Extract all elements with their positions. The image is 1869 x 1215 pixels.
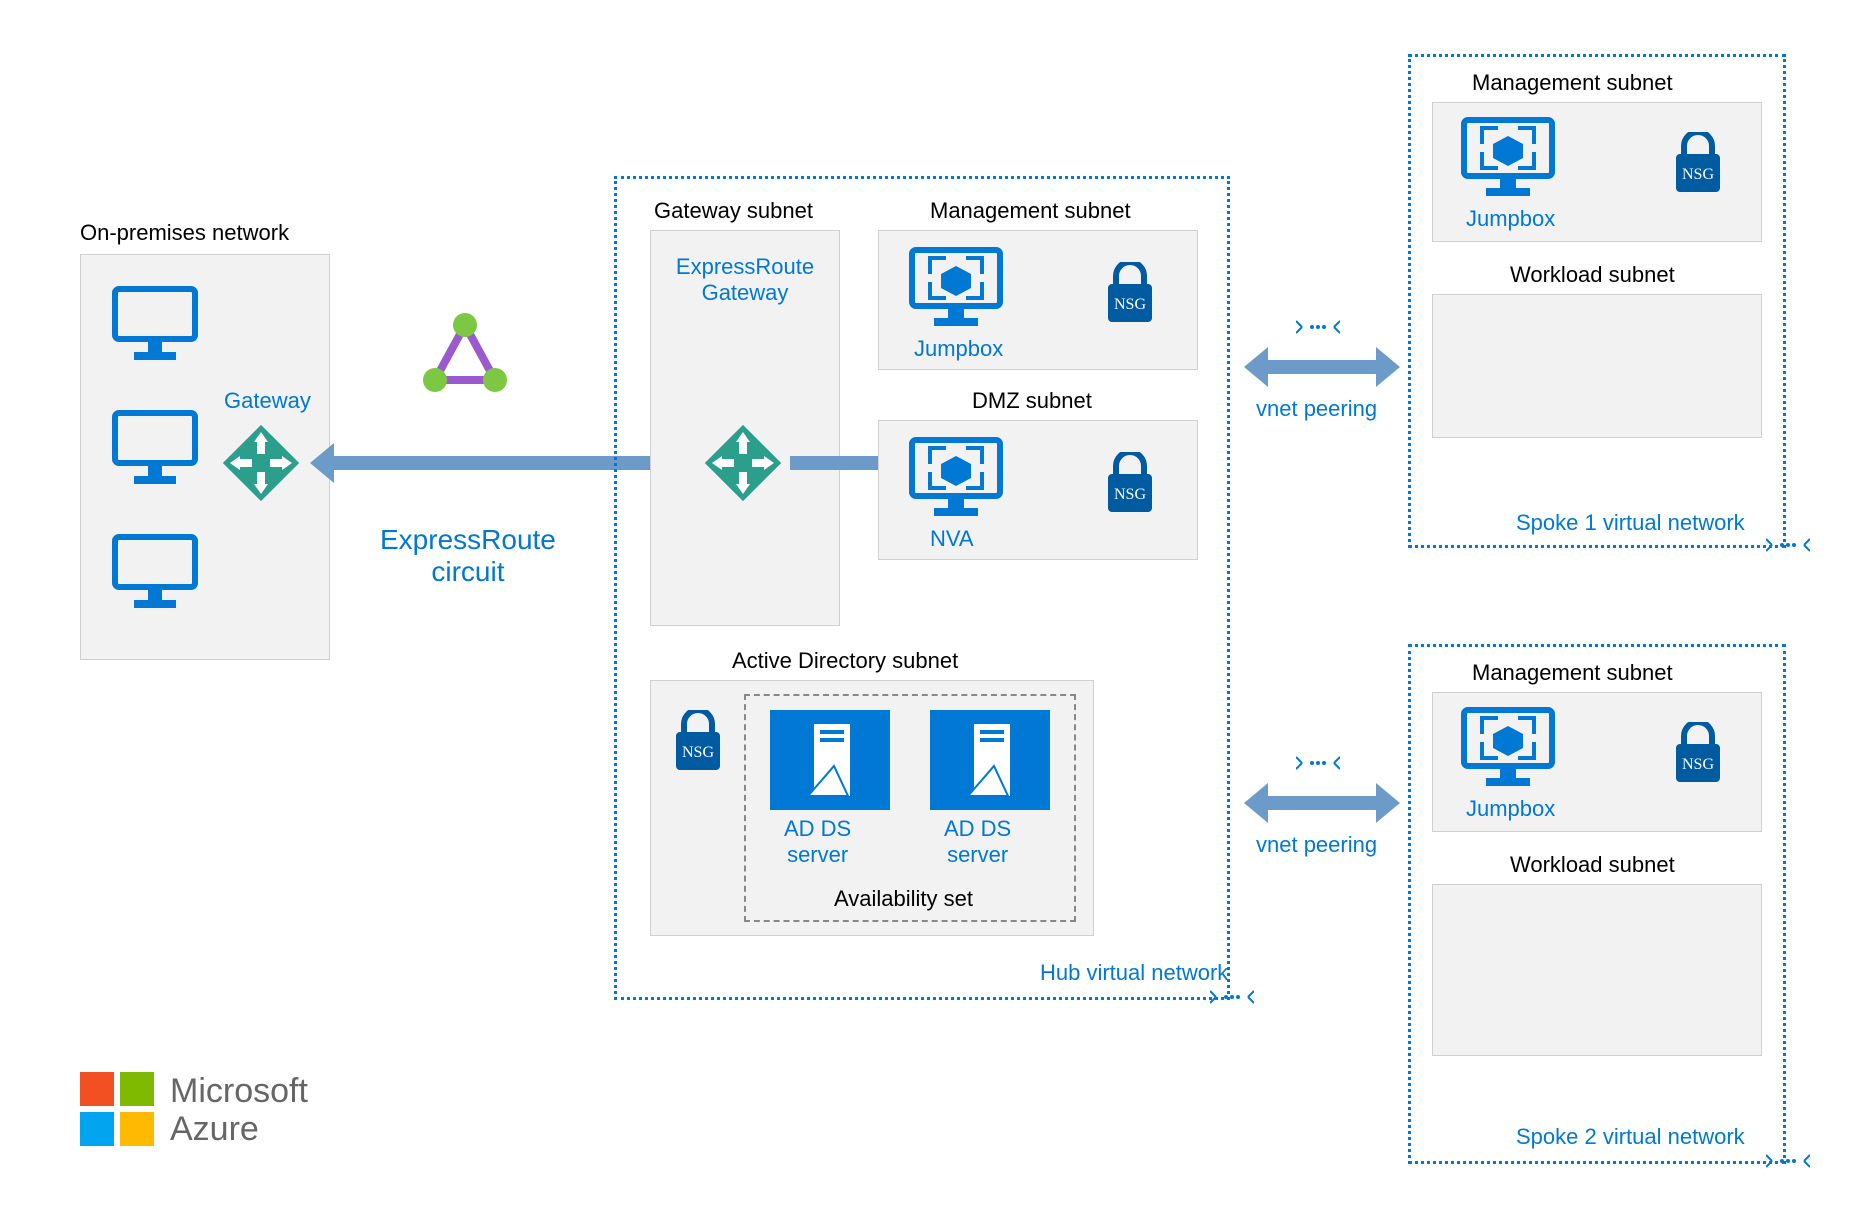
hub-to-dmz-arrow [790,456,886,470]
spoke2-mgmt-label: Management subnet [1472,660,1673,686]
vnet-peering-label-1: vnet peering [1256,396,1377,422]
gateway-label: Gateway [224,388,311,414]
svg-text:NSG: NSG [1114,296,1146,313]
spoke1-workload-box [1432,294,1762,438]
availability-set-label: Availability set [834,886,973,912]
spoke2-workload-label: Workload subnet [1510,852,1675,878]
jumpbox-icon [906,244,1006,339]
peering-arrow-1 [1268,360,1376,374]
microsoft-text: Microsoft [170,1072,308,1111]
lock-icon: NSG [1670,722,1726,791]
svg-text:NSG: NSG [682,744,714,761]
vnet-peering-icon [1296,752,1340,779]
spoke2-jumpbox-label: Jumpbox [1466,796,1555,822]
expressroute-gateway-label: ExpressRoute Gateway [660,254,830,306]
spoke1-workload-label: Workload subnet [1510,262,1675,288]
svg-text:NSG: NSG [1114,486,1146,503]
ad-ds-server-icon [770,710,890,815]
spoke2-label: Spoke 2 virtual network [1516,1124,1745,1150]
vnet-peering-icon [1296,316,1340,343]
ad-ds-1-label: AD DS server [784,816,851,868]
hub-mgmt-label: Management subnet [930,198,1131,224]
expressroute-circuit-label: ExpressRoute circuit [380,524,556,588]
vnet-peering-label-2: vnet peering [1256,832,1377,858]
vnet-peering-icon [1766,534,1810,561]
ad-ds-2-label: AD DS server [944,816,1011,868]
nva-label: NVA [930,526,974,552]
spoke1-mgmt-label: Management subnet [1472,70,1673,96]
hub-jumpbox-label: Jumpbox [914,336,1003,362]
ad-ds-server-icon [930,710,1050,815]
lock-icon: NSG [1102,262,1158,331]
monitor-icon [110,532,200,617]
gateway-subnet-label: Gateway subnet [654,198,813,224]
lock-icon: NSG [670,710,726,779]
lock-icon: NSG [1102,452,1158,521]
gateway-icon [216,418,306,513]
onprem-title: On-premises network [80,220,289,246]
ad-subnet-label: Active Directory subnet [732,648,958,674]
spoke1-jumpbox-label: Jumpbox [1466,206,1555,232]
monitor-icon [110,284,200,369]
svg-text:NSG: NSG [1682,756,1714,773]
spoke1-label: Spoke 1 virtual network [1516,510,1745,536]
spoke2-workload-box [1432,884,1762,1056]
lock-icon: NSG [1670,132,1726,201]
jumpbox-icon [1458,114,1558,209]
peering-arrow-2 [1268,796,1376,810]
azure-text: Azure [170,1110,259,1149]
hub-vnet-label: Hub virtual network [1040,960,1228,986]
mesh-triangle-icon [420,310,510,405]
jumpbox-icon [1458,704,1558,799]
vnet-peering-icon [1210,986,1254,1013]
microsoft-logo-icon [80,1072,156,1153]
vnet-peering-icon [1766,1150,1810,1177]
nva-icon [906,434,1006,529]
gateway-hub-icon [698,418,788,513]
svg-text:NSG: NSG [1682,166,1714,183]
monitor-icon [110,408,200,493]
dmz-label: DMZ subnet [972,388,1092,414]
